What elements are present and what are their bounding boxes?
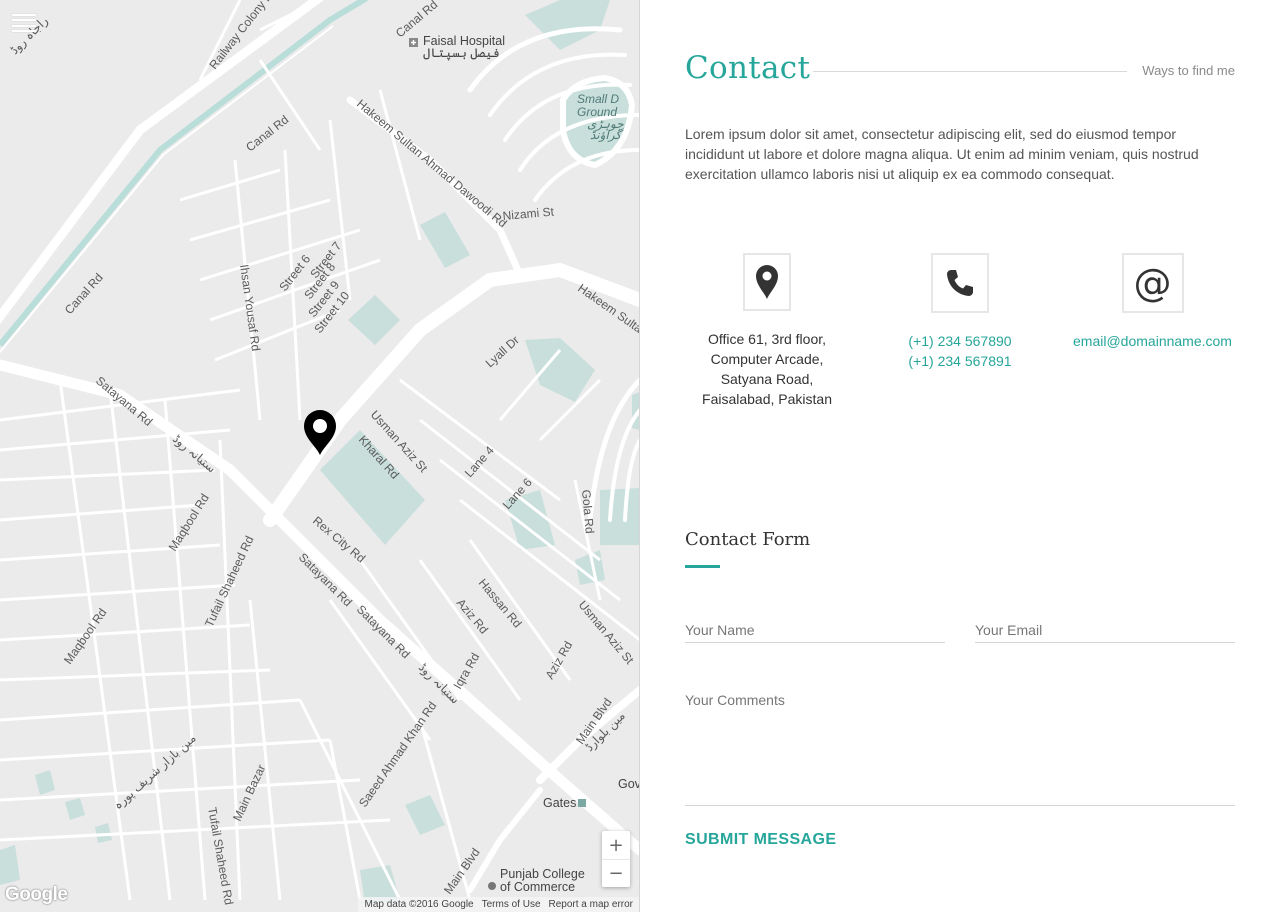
email-text: email@domainname.com xyxy=(1070,331,1235,351)
report-map-error-link[interactable]: Report a map error xyxy=(549,899,633,910)
comments-field[interactable] xyxy=(685,692,1235,806)
map-attribution-bar: Map data ©2016 Google Terms of Use Repor… xyxy=(358,897,639,912)
name-field[interactable] xyxy=(685,617,945,643)
map-street-label: Aziz Rd xyxy=(542,639,575,682)
map-street-label: Tufail Shaheed Rd xyxy=(205,806,236,906)
submit-message-button[interactable]: SUBMIT MESSAGE xyxy=(685,831,836,849)
address-text: Office 61, 3rd floor, Computer Arcade, S… xyxy=(697,329,837,409)
map-street-label: Saeed Ahmad Khan Rd xyxy=(356,699,439,810)
map-poi-label: گراؤنڈ xyxy=(590,128,624,142)
phone-block: (+1) 234 567890 (+1) 234 567891 xyxy=(890,253,1030,371)
phone-numbers: (+1) 234 567890 (+1) 234 567891 xyxy=(890,331,1030,371)
at-sign-icon: @ xyxy=(1121,253,1184,313)
email-block: @ email@domainname.com xyxy=(1070,253,1235,351)
map-tiles[interactable]: Canal Rd Canal Rd Canal Rd Railway Colon… xyxy=(0,0,640,912)
college-icon xyxy=(488,882,496,890)
page-subtitle: Ways to find me xyxy=(1142,63,1235,78)
transit-icon xyxy=(578,799,586,807)
intro-text: Lorem ipsum dolor sit amet, consectetur … xyxy=(685,126,1199,182)
map-attribution: Map data ©2016 Google xyxy=(364,899,474,910)
map-street-label: Usman Aziz St xyxy=(576,598,637,667)
map-pin-icon[interactable] xyxy=(302,408,338,456)
address-line: Office 61, 3rd floor, xyxy=(707,331,827,347)
at-sign-glyph: @ xyxy=(1133,261,1172,305)
map-street-label: Canal Rd xyxy=(243,113,291,155)
address-line: Computer Arcade, xyxy=(710,351,824,367)
phone-icon xyxy=(931,253,989,313)
contact-section: Contact Ways to find me Lorem ipsum dolo… xyxy=(685,0,1235,912)
map[interactable]: Canal Rd Canal Rd Canal Rd Railway Colon… xyxy=(0,0,640,912)
address-block: Office 61, 3rd floor, Computer Arcade, S… xyxy=(697,253,837,409)
form-title: Contact Form xyxy=(685,529,811,550)
hamburger-icon[interactable] xyxy=(12,14,36,32)
map-street-label: Tufail Shaheed Rd xyxy=(202,534,257,630)
map-poi-label: Gov xyxy=(618,777,640,791)
map-street-label: Lyall Dr xyxy=(483,333,522,370)
map-poi-label: of Commerce xyxy=(500,880,575,894)
page-title: Contact xyxy=(685,50,811,86)
google-logo[interactable]: Google xyxy=(5,884,68,906)
address-line: Satyana Road, xyxy=(720,371,814,387)
zoom-control: + − xyxy=(602,831,630,887)
zoom-in-button[interactable]: + xyxy=(602,831,630,859)
email-field[interactable] xyxy=(975,617,1235,643)
form-title-accent xyxy=(685,565,720,568)
title-divider xyxy=(813,71,1127,72)
address-line: Faisalabad, Pakistan xyxy=(702,391,832,407)
email-link[interactable]: email@domainname.com xyxy=(1070,331,1235,351)
map-poi-label: Punjab College xyxy=(500,867,585,881)
map-street-label: Gola Rd xyxy=(579,489,597,534)
map-street-label: Nizami St xyxy=(502,205,555,223)
map-urdu-label: مین بازار شریف پورہ xyxy=(111,731,199,812)
location-pin-icon xyxy=(743,253,791,311)
map-poi-label: فیصل ہسپتال xyxy=(423,46,500,61)
map-street-label: Satayana Rd xyxy=(354,602,413,661)
zoom-out-button[interactable]: − xyxy=(602,859,630,887)
map-street-label: Hakeem Sultan Ahmad Dawoodi Rd xyxy=(354,97,510,231)
map-street-label: Canal Rd xyxy=(62,270,106,317)
phone-link[interactable]: (+1) 234 567890 xyxy=(890,331,1030,351)
terms-link[interactable]: Terms of Use xyxy=(482,899,541,910)
map-poi-label: Gates xyxy=(543,796,576,810)
phone-link[interactable]: (+1) 234 567891 xyxy=(890,351,1030,371)
map-street-label: Main Blvd xyxy=(441,846,483,897)
map-street-label: Iqra Rd xyxy=(450,650,482,691)
map-poi-label: Small D xyxy=(577,92,619,106)
